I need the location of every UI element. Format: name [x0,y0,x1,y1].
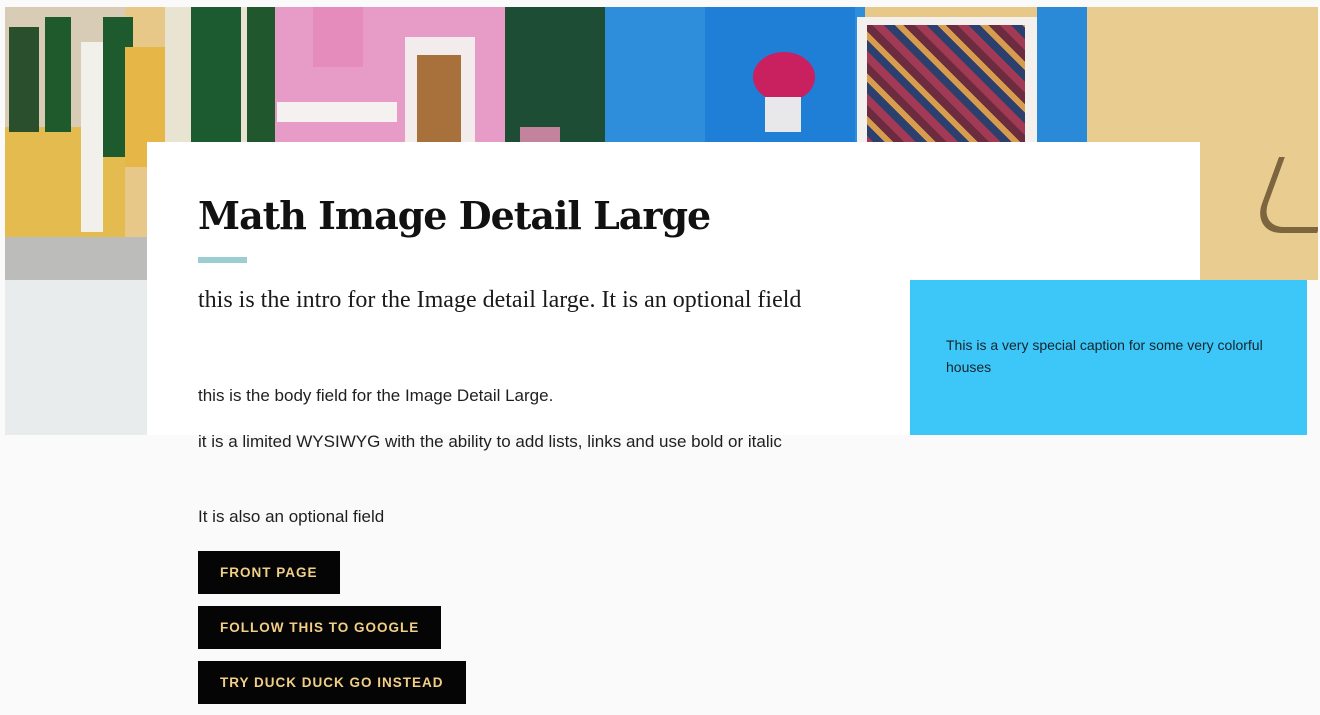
caption-text: This is a very special caption for some … [946,337,1263,375]
hero-pink-shade [313,7,363,67]
page-title: Math Image Detail Large [198,193,711,238]
hero-shutter-1 [9,27,39,132]
hero-pink-ledge [277,102,397,122]
intro-text: this is the intro for the Image detail l… [198,287,802,313]
hero-green-door [191,7,241,147]
body-paragraph-1: this is the body field for the Image Det… [198,386,554,405]
body-paragraph-3: It is also an optional field [198,507,385,526]
hero-flower-pot [765,97,801,132]
front-page-button[interactable]: FRONT PAGE [198,551,340,594]
hero-red-flowers [753,52,815,102]
left-gray-panel [5,280,147,435]
hero-blue-edge [1037,7,1087,147]
title-accent-bar [198,257,247,263]
try-duckduckgo-button[interactable]: TRY DUCK DUCK GO INSTEAD [198,661,466,704]
caption-box: This is a very special caption for some … [910,280,1307,435]
hero-wooden-door [417,55,461,147]
hero-dark-green-wall [505,7,605,147]
follow-to-google-button[interactable]: FOLLOW THIS TO GOOGLE [198,606,442,649]
hero-street [5,237,155,280]
hero-floral-curtain [867,25,1025,147]
body-paragraph-2: it is a limited WYSIWYG with the ability… [198,432,782,451]
hero-green-shutter [247,7,275,147]
hero-column [81,42,103,232]
hero-shutter-2 [45,17,71,132]
